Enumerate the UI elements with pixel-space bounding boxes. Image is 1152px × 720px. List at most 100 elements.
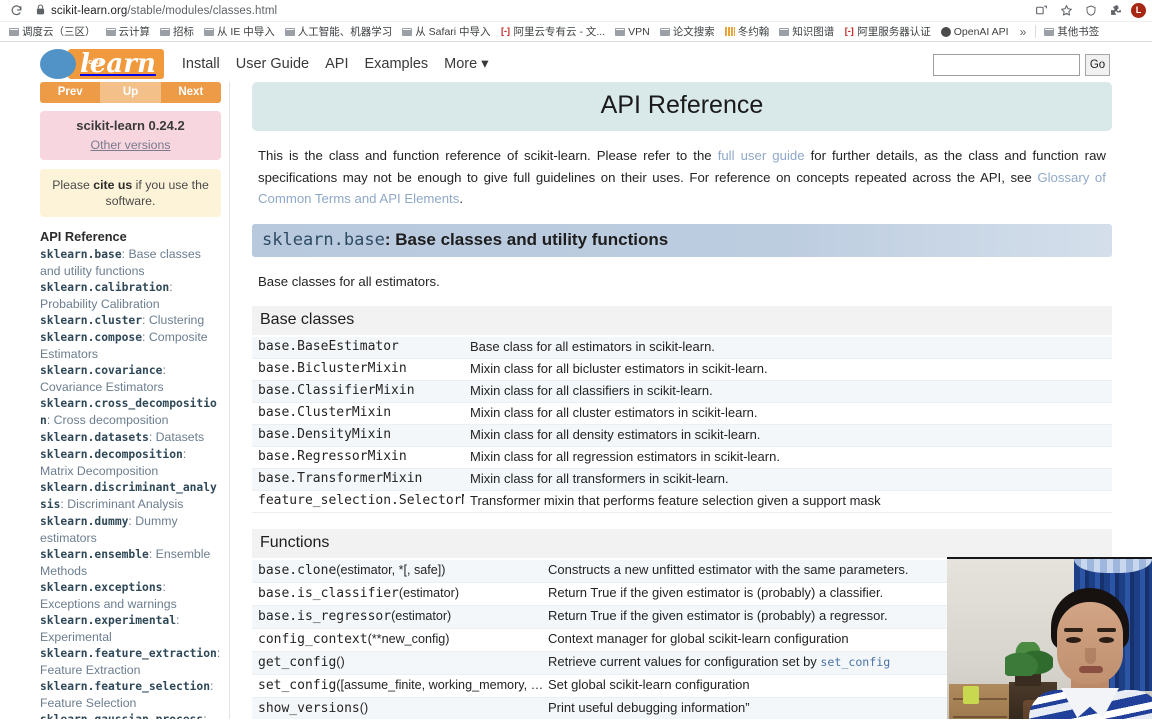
bookmarks-overflow-button[interactable]: » xyxy=(1014,25,1033,39)
extensions-puzzle-icon[interactable] xyxy=(1106,2,1126,20)
cell-api-name[interactable]: base.RegressorMixin xyxy=(252,447,464,469)
nav-item-examples[interactable]: Examples xyxy=(364,56,428,72)
omnibox-url-text: scikit-learn.org/stable/modules/classes.… xyxy=(51,5,277,17)
sidebar-item-sklearn-covariance[interactable]: sklearn.covariance: Covariance Estimator… xyxy=(40,362,221,395)
bookmark-item[interactable]: [-] 阿里服务器认证 xyxy=(839,23,936,41)
sidebar-item-sklearn-dummy[interactable]: sklearn.dummy: Dummy estimators xyxy=(40,513,221,546)
sidebar-item-sklearn-cross-decomposition[interactable]: sklearn.cross_decomposition: Cross decom… xyxy=(40,395,221,429)
sidebar-item-sklearn-cluster[interactable]: sklearn.cluster: Clustering xyxy=(40,312,221,329)
sidebar-item-sklearn-experimental[interactable]: sklearn.experimental: Experimental xyxy=(40,612,221,645)
cell-description: Mixin class for all bicluster estimators… xyxy=(470,361,768,376)
omnibox[interactable]: scikit-learn.org/stable/modules/classes.… xyxy=(36,2,1027,20)
cell-api-name[interactable]: base.BiclusterMixin xyxy=(252,359,464,381)
chrome-right-icons: L xyxy=(1031,2,1146,20)
other-bookmarks-label: 其他书签 xyxy=(1057,26,1100,38)
section-module-desc: : Base classes and utility functions xyxy=(384,229,669,249)
rel-nav-prev[interactable]: Prev xyxy=(40,82,101,103)
other-bookmarks-item[interactable]: 其他书签 xyxy=(1039,23,1104,41)
page-title-banner: API Reference xyxy=(252,82,1112,131)
cell-api-name[interactable]: base.ClusterMixin xyxy=(252,403,464,425)
cell-api-name[interactable]: base.is_classifier(estimator) xyxy=(252,583,542,606)
toc-module-desc: : Clustering xyxy=(142,313,205,327)
cell-api-name[interactable]: feature_selection.SelectorMixin xyxy=(252,491,464,513)
shield-icon[interactable] xyxy=(1081,2,1101,20)
webcam-nose xyxy=(1085,648,1096,664)
cell-description: Mixin class for all transformers in scik… xyxy=(470,471,729,486)
toc-module-name: sklearn.exceptions xyxy=(40,581,163,594)
cell-api-name[interactable]: get_config() xyxy=(252,652,542,675)
nav-item-api[interactable]: API xyxy=(325,56,348,72)
fn-args: () xyxy=(336,655,345,669)
search-go-button[interactable]: Go xyxy=(1085,54,1110,76)
bookmark-item[interactable]: VPN xyxy=(610,23,655,41)
browser-chrome: scikit-learn.org/stable/modules/classes.… xyxy=(0,0,1152,42)
bookmark-item[interactable]: 从 IE 中导入 xyxy=(199,23,280,41)
share-icon[interactable] xyxy=(1031,2,1051,20)
bookmark-item[interactable]: 云计算 xyxy=(101,23,156,41)
sidebar-item-sklearn-ensemble[interactable]: sklearn.ensemble: Ensemble Methods xyxy=(40,546,221,579)
bookmark-label: 从 IE 中导入 xyxy=(217,26,275,38)
bookmark-item[interactable]: 知识图谱 xyxy=(774,23,839,41)
toc-module-name: sklearn.base xyxy=(40,248,122,261)
bookmark-item[interactable]: 论文搜索 xyxy=(655,23,720,41)
cell-api-name[interactable]: base.DensityMixin xyxy=(252,425,464,447)
bookmark-star-icon[interactable] xyxy=(1056,2,1076,20)
search-input[interactable] xyxy=(933,54,1080,76)
toc-module-name: sklearn.cluster xyxy=(40,314,143,327)
folder-icon xyxy=(9,27,19,36)
toc-module-desc: : Datasets xyxy=(148,430,205,444)
table-row[interactable]: base.TransformerMixin Mixin class for all… xyxy=(252,468,1112,491)
search-form: Go xyxy=(933,54,1110,76)
table-row[interactable]: base.RegressorMixin Mixin class for all r… xyxy=(252,446,1112,469)
sidebar-item-sklearn-feature-selection[interactable]: sklearn.feature_selection: Feature Selec… xyxy=(40,678,221,711)
section-header-sklearn-base: sklearn.base: Base classes and utility f… xyxy=(252,223,1112,257)
sidebar-item-sklearn-exceptions[interactable]: sklearn.exceptions: Exceptions and warni… xyxy=(40,579,221,612)
sidebar-item-sklearn-decomposition[interactable]: sklearn.decomposition: Matrix Decomposit… xyxy=(40,446,221,479)
cell-api-name[interactable]: base.ClassifierMixin xyxy=(252,381,464,403)
intro-paragraph: This is the class and function reference… xyxy=(258,145,1106,210)
cell-api-name[interactable]: show_versions() xyxy=(252,698,542,720)
scikit-learn-logo[interactable]: scikit learn xyxy=(40,49,164,79)
cell-api-name[interactable]: base.is_regressor(estimator) xyxy=(252,606,542,629)
cell-api-name[interactable]: base.TransformerMixin xyxy=(252,469,464,491)
bookmark-item[interactable]: 招标 xyxy=(155,23,199,41)
cell-api-name[interactable]: base.BaseEstimator xyxy=(252,337,464,359)
bookmark-item[interactable]: 从 Safari 中导入 xyxy=(397,23,495,41)
table-row[interactable]: feature_selection.SelectorMixin Transform… xyxy=(252,490,1112,513)
table-row[interactable]: base.ClusterMixin Mixin class for all clu… xyxy=(252,402,1112,425)
avatar[interactable]: L xyxy=(1131,3,1146,18)
sidebar-item-sklearn-base[interactable]: sklearn.base: Base classes and utility f… xyxy=(40,246,221,279)
cell-api-name[interactable]: config_context(**new_config) xyxy=(252,629,542,652)
bookmark-item[interactable]: 冬约翰 xyxy=(720,23,775,41)
nav-item-install[interactable]: Install xyxy=(182,56,220,72)
cell-description: Base class for all estimators in scikit-… xyxy=(470,339,715,354)
nav-item-user-guide[interactable]: User Guide xyxy=(236,56,309,72)
sidebar-item-sklearn-datasets[interactable]: sklearn.datasets: Datasets xyxy=(40,429,221,446)
sidebar-item-sklearn-feature-extraction[interactable]: sklearn.feature_extraction: Feature Extr… xyxy=(40,645,221,678)
webcam-video-overlay[interactable] xyxy=(947,557,1152,719)
bookmark-item[interactable]: [-] 阿里云专有云 - 文... xyxy=(496,23,611,41)
sidebar-item-sklearn-calibration[interactable]: sklearn.calibration: Probability Calibra… xyxy=(40,279,221,312)
cite-us-link[interactable]: cite us xyxy=(93,178,132,192)
table-row[interactable]: base.DensityMixin Mixin class for all den… xyxy=(252,424,1112,447)
rel-nav-next[interactable]: Next xyxy=(160,82,221,103)
sidebar-item-sklearn-discriminant-analysis[interactable]: sklearn.discriminant_analysis: Discrimin… xyxy=(40,479,221,513)
table-row[interactable]: base.BaseEstimator Base class for all est… xyxy=(252,337,1112,359)
bookmark-item[interactable]: 调度云（三区） xyxy=(4,23,101,41)
sidebar-item-sklearn-gaussian-process[interactable]: sklearn.gaussian_process: Gaussian Proce… xyxy=(40,711,221,719)
logo-sup-text: scikit xyxy=(84,59,104,66)
folder-icon xyxy=(659,27,670,36)
bookmark-item[interactable]: OpenAI API xyxy=(936,23,1014,41)
cell-api-name[interactable]: base.clone(estimator, *[, safe]) xyxy=(252,560,542,583)
nav-item-more[interactable]: More ▾ xyxy=(444,56,488,72)
table-row[interactable]: base.BiclusterMixin Mixin class for all b… xyxy=(252,358,1112,381)
sidebar-item-sklearn-compose[interactable]: sklearn.compose: Composite Estimators xyxy=(40,329,221,362)
bookmark-item[interactable]: 人工智能、机器学习 xyxy=(280,23,398,41)
rel-nav-up[interactable]: Up xyxy=(100,82,161,103)
table-row[interactable]: base.ClassifierMixin Mixin class for all … xyxy=(252,380,1112,403)
reload-icon[interactable] xyxy=(6,2,26,20)
fn-args: (estimator) xyxy=(391,609,452,623)
cell-api-name[interactable]: set_config([assume_finite, working_memor… xyxy=(252,675,542,698)
other-versions-link[interactable]: Other versions xyxy=(91,138,171,152)
full-user-guide-link[interactable]: full user guide xyxy=(718,148,805,163)
